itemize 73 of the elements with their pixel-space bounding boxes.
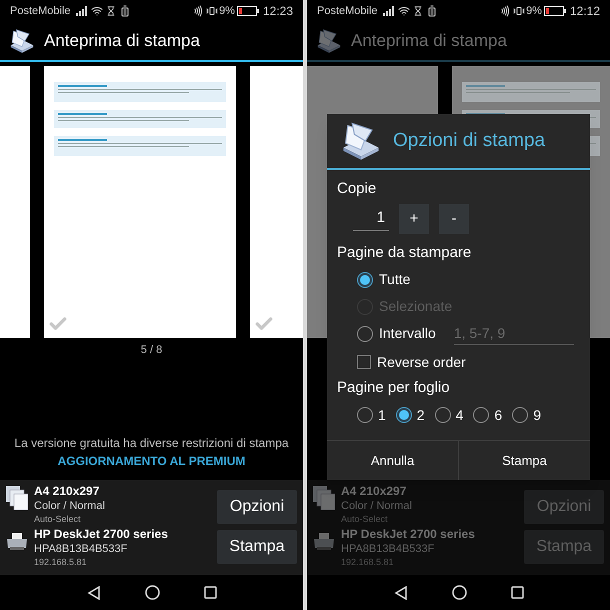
increment-button[interactable]: + <box>399 204 429 234</box>
battery-percent: 9% <box>526 4 542 19</box>
app-title: Anteprima di stampa <box>44 30 200 52</box>
per-sheet-label: Pagine per foglio <box>337 378 451 398</box>
paper-size: A4 210x297 <box>34 484 100 499</box>
back-icon[interactable] <box>86 586 100 600</box>
vibrate-icon <box>206 5 218 17</box>
paper-sheets-icon <box>6 486 28 510</box>
recents-icon[interactable] <box>204 586 216 599</box>
pages-label: Pagine da stampare <box>337 243 472 263</box>
paper-sheets-icon <box>313 486 335 510</box>
carrier-name: PosteMobile <box>317 4 378 19</box>
hourglass-icon <box>412 6 423 16</box>
radio-label: 1 <box>378 406 386 424</box>
radio-label: 2 <box>416 406 425 424</box>
dialog-title: Opzioni di stampa <box>393 128 546 153</box>
radio-button[interactable] <box>512 407 528 423</box>
printer-name: HP DeskJet 2700 series <box>34 527 168 542</box>
notice-text: La versione gratuita ha diverse restrizioni di stampa <box>14 435 289 452</box>
radio-label: 9 <box>533 406 541 424</box>
radio-button[interactable] <box>357 407 373 423</box>
printer-id: HPA8B13B4B533F <box>34 542 128 557</box>
copies-label: Copie <box>337 179 378 199</box>
radio-label: Tutte <box>379 270 410 289</box>
color-mode: Color / Normal <box>341 499 412 514</box>
options-button[interactable]: Opzioni <box>217 490 297 524</box>
printer-id: HPA8B13B4B533F <box>341 542 436 557</box>
range-input-field[interactable]: 1, 5-7, 9 <box>454 322 574 344</box>
paper-source: Auto-Select <box>341 514 389 525</box>
clock: 12:23 <box>262 3 293 20</box>
back-icon[interactable] <box>394 586 408 600</box>
signal-icon <box>76 6 88 16</box>
vibrate-icon <box>513 5 526 17</box>
hourglass-icon <box>106 6 116 16</box>
paper-size: A4 210x297 <box>341 484 408 499</box>
printer-app-icon <box>8 27 36 55</box>
printer-name: HP DeskJet 2700 series <box>341 527 475 542</box>
carrier-name: PosteMobile <box>10 4 71 19</box>
battery-low-icon <box>236 6 259 16</box>
decrement-button[interactable]: - <box>439 204 469 234</box>
home-icon[interactable] <box>144 585 160 600</box>
home-icon[interactable] <box>452 585 466 600</box>
upgrade-link[interactable]: AGGIORNAMENTO AL PREMIUM <box>58 452 246 470</box>
radio-button[interactable] <box>357 326 373 342</box>
signal-icon <box>382 6 395 16</box>
clock: 12:12 <box>570 3 600 20</box>
page-preview[interactable] <box>44 66 236 338</box>
checkbox-label: Reverse order <box>377 352 466 372</box>
battery-low-icon <box>544 6 566 16</box>
radio-button[interactable] <box>434 407 451 423</box>
radio-label: Intervallo <box>379 324 436 343</box>
recents-icon[interactable] <box>510 586 524 599</box>
printer-icon <box>313 533 335 551</box>
printer-address: 192.168.5.81 <box>341 557 395 568</box>
printer-app-icon <box>315 27 343 55</box>
battery-icon <box>426 5 438 17</box>
radio-button[interactable] <box>357 272 373 288</box>
printer-icon <box>6 533 28 551</box>
radio-button[interactable] <box>473 407 490 423</box>
page-counter: 5 / 8 <box>140 343 162 358</box>
battery-percent: 9% <box>219 4 235 19</box>
printer-address: 192.168.5.81 <box>34 557 88 568</box>
radio-label: 6 <box>494 406 502 424</box>
app-title: Anteprima di stampa <box>351 30 507 52</box>
color-mode: Color / Normal <box>34 499 105 514</box>
battery-icon <box>118 5 131 17</box>
checkbox[interactable] <box>357 355 371 369</box>
copies-field[interactable]: 1 <box>353 207 389 231</box>
radio-button[interactable] <box>396 407 412 423</box>
cancel-button[interactable]: Annulla <box>327 441 458 480</box>
radio-label: 4 <box>456 406 464 424</box>
paper-source: Auto-Select <box>34 514 82 525</box>
print-button[interactable]: Stampa <box>217 530 297 564</box>
